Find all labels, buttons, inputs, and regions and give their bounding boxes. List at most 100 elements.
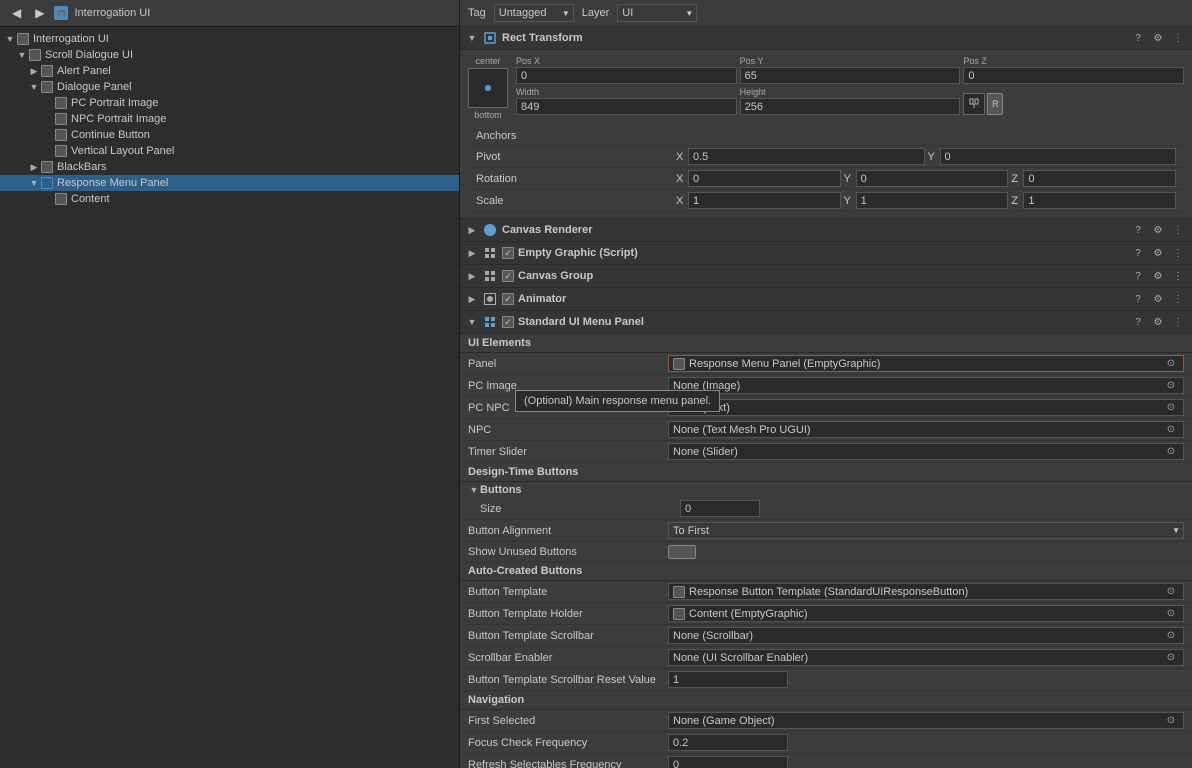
tree-item-interrogation-ui[interactable]: ▼ Interrogation UI [0,31,459,47]
scale-y-input[interactable] [856,192,1009,209]
constrain-proportions-button[interactable] [963,93,985,115]
focus-check-input[interactable] [668,734,788,751]
menu-button[interactable]: ⋮ [1170,30,1186,46]
help-button[interactable]: ? [1130,30,1146,46]
tree-item-pc-portrait[interactable]: ▶ PC Portrait Image [0,95,459,111]
button-template-ref[interactable]: Response Button Template (StandardUIResp… [668,583,1184,600]
menu-button[interactable]: ⋮ [1170,291,1186,307]
settings-button[interactable]: ⚙ [1150,268,1166,284]
tree-toggle[interactable]: ▼ [4,34,16,44]
help-button[interactable]: ? [1130,222,1146,238]
npc-ref[interactable]: None (Text Mesh Pro UGUI) ⊙ [668,421,1184,438]
scale-z-input[interactable] [1023,192,1176,209]
tree-item-response-menu[interactable]: ▼ Response Menu Panel [0,175,459,191]
tree-toggle[interactable]: ▼ [28,82,40,92]
standard-ui-checkbox[interactable] [502,316,514,328]
scale-x-label: X [676,195,686,207]
first-selected-target-button[interactable]: ⊙ [1163,713,1179,729]
pc-npc-target-button[interactable]: ⊙ [1163,400,1179,416]
tree-toggle[interactable]: ▼ [16,50,28,60]
pivot-y-input[interactable] [940,148,1177,165]
bt-scrollbar-target-button[interactable]: ⊙ [1163,628,1179,644]
npc-target-button[interactable]: ⊙ [1163,422,1179,438]
hierarchy-tree: ▼ Interrogation UI ▼ Scroll Dialogue UI … [0,27,459,768]
size-input[interactable] [680,500,760,517]
timer-slider-target-button[interactable]: ⊙ [1163,444,1179,460]
button-alignment-row: Button Alignment To First ▼ [460,520,1192,542]
tree-item-alert-panel[interactable]: ▶ Alert Panel [0,63,459,79]
tree-item-vertical-layout[interactable]: ▶ Vertical Layout Panel [0,143,459,159]
button-template-target-button[interactable]: ⊙ [1163,584,1179,600]
pos-y-input[interactable] [740,67,961,84]
empty-graphic-header[interactable]: ▶ Empty Graphic (Script) ? ⚙ ⋮ [460,242,1192,265]
tree-item-scroll-dialogue[interactable]: ▼ Scroll Dialogue UI [0,47,459,63]
panel-ref-field[interactable]: Response Menu Panel (EmptyGraphic) ⊙ [668,355,1184,372]
rect-transform-header[interactable]: ▼ Rect Transform ? ⚙ ⋮ [460,27,1192,50]
tree-toggle[interactable]: ▶ [28,162,40,173]
panel-ref-target-button[interactable]: ⊙ [1163,356,1179,372]
tree-toggle[interactable]: ▼ [28,178,40,188]
tree-item-dialogue-panel[interactable]: ▼ Dialogue Panel [0,79,459,95]
pivot-x-input[interactable] [688,148,925,165]
menu-button[interactable]: ⋮ [1170,245,1186,261]
pos-x-input[interactable] [516,67,737,84]
timer-slider-ref[interactable]: None (Slider) ⊙ [668,443,1184,460]
menu-button[interactable]: ⋮ [1170,222,1186,238]
rot-x-input[interactable] [688,170,841,187]
canvas-group-checkbox[interactable] [502,270,514,282]
width-input[interactable] [516,98,737,115]
help-button[interactable]: ? [1130,245,1146,261]
help-button[interactable]: ? [1130,268,1146,284]
canvas-group-header[interactable]: ▶ Canvas Group ? ⚙ ⋮ [460,265,1192,288]
tag-dropdown[interactable]: Untagged ▼ [494,4,574,22]
canvas-renderer-header[interactable]: ▶ Canvas Renderer ? ⚙ ⋮ [460,219,1192,242]
pc-image-target-button[interactable]: ⊙ [1163,378,1179,394]
tree-item-blackbars[interactable]: ▶ BlackBars [0,159,459,175]
rot-y-input[interactable] [856,170,1009,187]
settings-button[interactable]: ⚙ [1150,245,1166,261]
empty-graphic-checkbox[interactable] [502,247,514,259]
button-template-holder-target-button[interactable]: ⊙ [1163,606,1179,622]
back-button[interactable]: ◀ [8,4,25,22]
tree-item-npc-portrait[interactable]: ▶ NPC Portrait Image [0,111,459,127]
scrollbar-reset-input[interactable] [668,671,788,688]
settings-button[interactable]: ⚙ [1150,291,1166,307]
scrollbar-enabler-ref[interactable]: None (UI Scrollbar Enabler) ⊙ [668,649,1184,666]
layer-dropdown[interactable]: UI ▼ [617,4,697,22]
pc-npc-ref[interactable]: None (Text) ⊙ [668,399,1184,416]
standard-ui-header[interactable]: ▼ Standard UI Menu Panel ? ⚙ ⋮ [460,311,1192,334]
settings-button[interactable]: ⚙ [1150,30,1166,46]
help-button[interactable]: ? [1130,291,1146,307]
scale-x-field: X [676,192,841,209]
tree-item-content[interactable]: ▶ Content [0,191,459,207]
menu-button[interactable]: ⋮ [1170,314,1186,330]
reset-button[interactable]: R [987,93,1003,115]
help-button[interactable]: ? [1130,314,1146,330]
menu-button[interactable]: ⋮ [1170,268,1186,284]
tree-label: BlackBars [57,161,107,173]
settings-button[interactable]: ⚙ [1150,314,1166,330]
forward-button[interactable]: ▶ [31,4,48,22]
bt-scrollbar-text: None (Scrollbar) [673,630,1159,642]
tree-toggle[interactable]: ▶ [28,66,40,77]
bt-scrollbar-ref[interactable]: None (Scrollbar) ⊙ [668,627,1184,644]
anchor-visual[interactable] [468,68,508,108]
scrollbar-enabler-target-button[interactable]: ⊙ [1163,650,1179,666]
button-template-holder-icon [673,608,685,620]
settings-button[interactable]: ⚙ [1150,222,1166,238]
pos-z-input[interactable] [963,67,1184,84]
show-unused-toggle[interactable] [668,545,696,559]
scale-x-input[interactable] [688,192,841,209]
tree-item-continue-button[interactable]: ▶ Continue Button [0,127,459,143]
button-template-holder-ref[interactable]: Content (EmptyGraphic) ⊙ [668,605,1184,622]
rot-z-input[interactable] [1023,170,1176,187]
height-input[interactable] [740,98,961,115]
pc-image-ref[interactable]: None (Image) ⊙ [668,377,1184,394]
first-selected-ref[interactable]: None (Game Object) ⊙ [668,712,1184,729]
animator-checkbox[interactable] [502,293,514,305]
refresh-input[interactable] [668,756,788,768]
buttons-toggle[interactable]: ▼ Buttons [460,482,1192,498]
button-template-holder-text: Content (EmptyGraphic) [689,608,1159,620]
animator-header[interactable]: ▶ Animator ? ⚙ ⋮ [460,288,1192,311]
button-alignment-dropdown[interactable]: To First ▼ [668,522,1184,539]
